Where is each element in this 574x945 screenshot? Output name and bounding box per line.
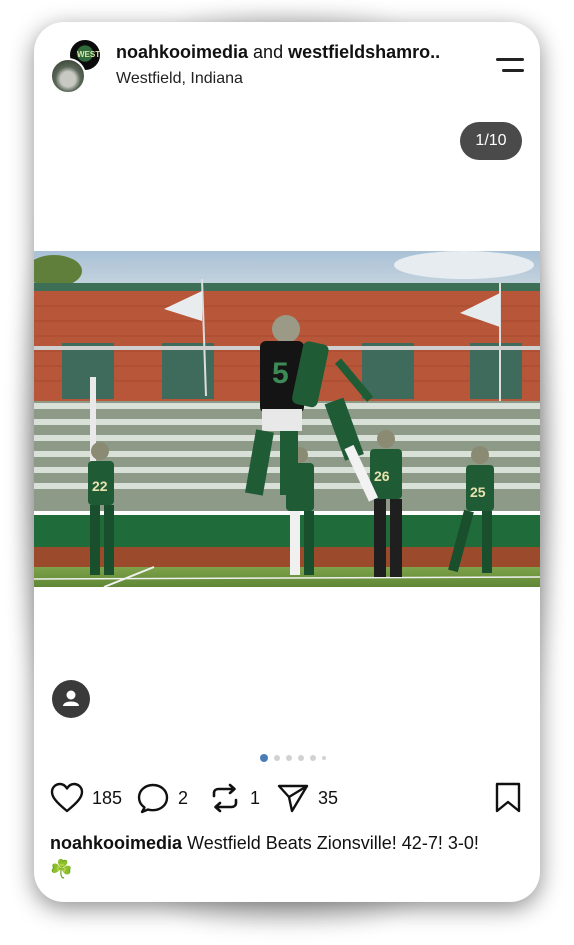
comment-count: 2	[178, 787, 189, 808]
heart-icon	[50, 782, 84, 813]
caption-text: Westfield Beats Zionsville! 42-7! 3-0!	[187, 833, 479, 853]
bookmark-icon	[495, 782, 521, 813]
shamrock-emoji: ☘️	[50, 859, 73, 879]
svg-text:26: 26	[374, 468, 390, 484]
author-joiner: and	[253, 42, 284, 62]
collab-avatars[interactable]: WEST	[50, 38, 106, 94]
avatar-text: WEST	[77, 50, 101, 59]
avatar-noahkooimedia[interactable]	[50, 58, 86, 94]
carousel-dots	[260, 754, 326, 762]
save-button[interactable]	[494, 782, 522, 814]
like-button[interactable]: 185	[50, 782, 122, 814]
tagged-people-button[interactable]	[52, 680, 90, 718]
carousel-counter: 1/10	[460, 122, 522, 160]
action-bar: 185 2 1 35	[50, 782, 522, 814]
svg-text:25: 25	[470, 484, 486, 500]
comment-icon	[137, 783, 169, 814]
location-link[interactable]: Westfield, Indiana	[116, 70, 243, 88]
author-link-2[interactable]: westfieldshamro..	[288, 42, 440, 62]
carousel-dot-5[interactable]	[310, 755, 316, 761]
author-link-1[interactable]: noahkooimedia	[116, 42, 248, 62]
repost-icon	[212, 783, 238, 813]
football-photo: 22 25 26 5	[34, 251, 540, 587]
post-photo[interactable]: 22 25 26 5	[34, 251, 540, 587]
like-count: 185	[92, 787, 123, 808]
player-mid: 26	[370, 430, 402, 577]
carousel-dot-6[interactable]	[322, 756, 326, 760]
caption-username[interactable]: noahkooimedia	[50, 833, 182, 853]
carousel-dot-4[interactable]	[298, 755, 304, 761]
jersey-number: 5	[272, 357, 289, 390]
send-icon	[277, 784, 309, 813]
carousel-dot-1[interactable]	[260, 754, 268, 762]
share-button[interactable]: 35	[276, 782, 338, 814]
post-caption: noahkooimedia Westfield Beats Zionsville…	[50, 830, 530, 882]
share-count: 35	[318, 787, 339, 808]
post-card: WEST noahkooimedia and westfieldshamro..…	[34, 22, 540, 902]
carousel-dot-2[interactable]	[274, 755, 280, 761]
more-menu-icon[interactable]	[496, 55, 524, 75]
post-author-line: noahkooimedia and westfieldshamro..	[116, 42, 476, 63]
carousel-dot-3[interactable]	[286, 755, 292, 761]
svg-text:22: 22	[92, 478, 108, 494]
repost-button[interactable]: 1	[208, 782, 260, 814]
comment-button[interactable]: 2	[136, 782, 188, 814]
person-icon	[63, 690, 79, 706]
repost-count: 1	[250, 787, 261, 808]
